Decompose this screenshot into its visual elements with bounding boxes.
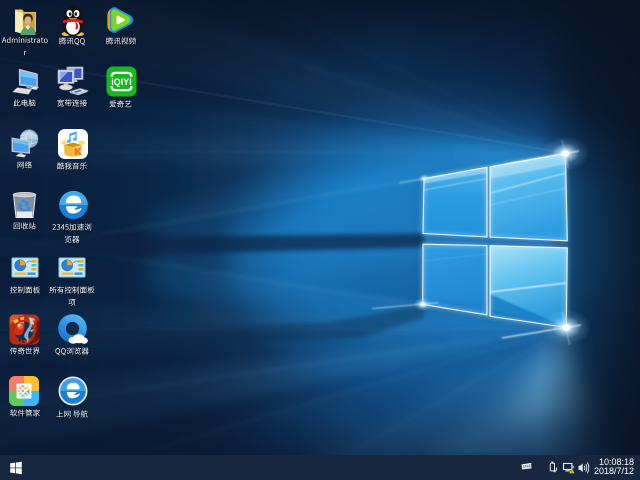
- svg-text:iQIYI: iQIYI: [111, 77, 132, 87]
